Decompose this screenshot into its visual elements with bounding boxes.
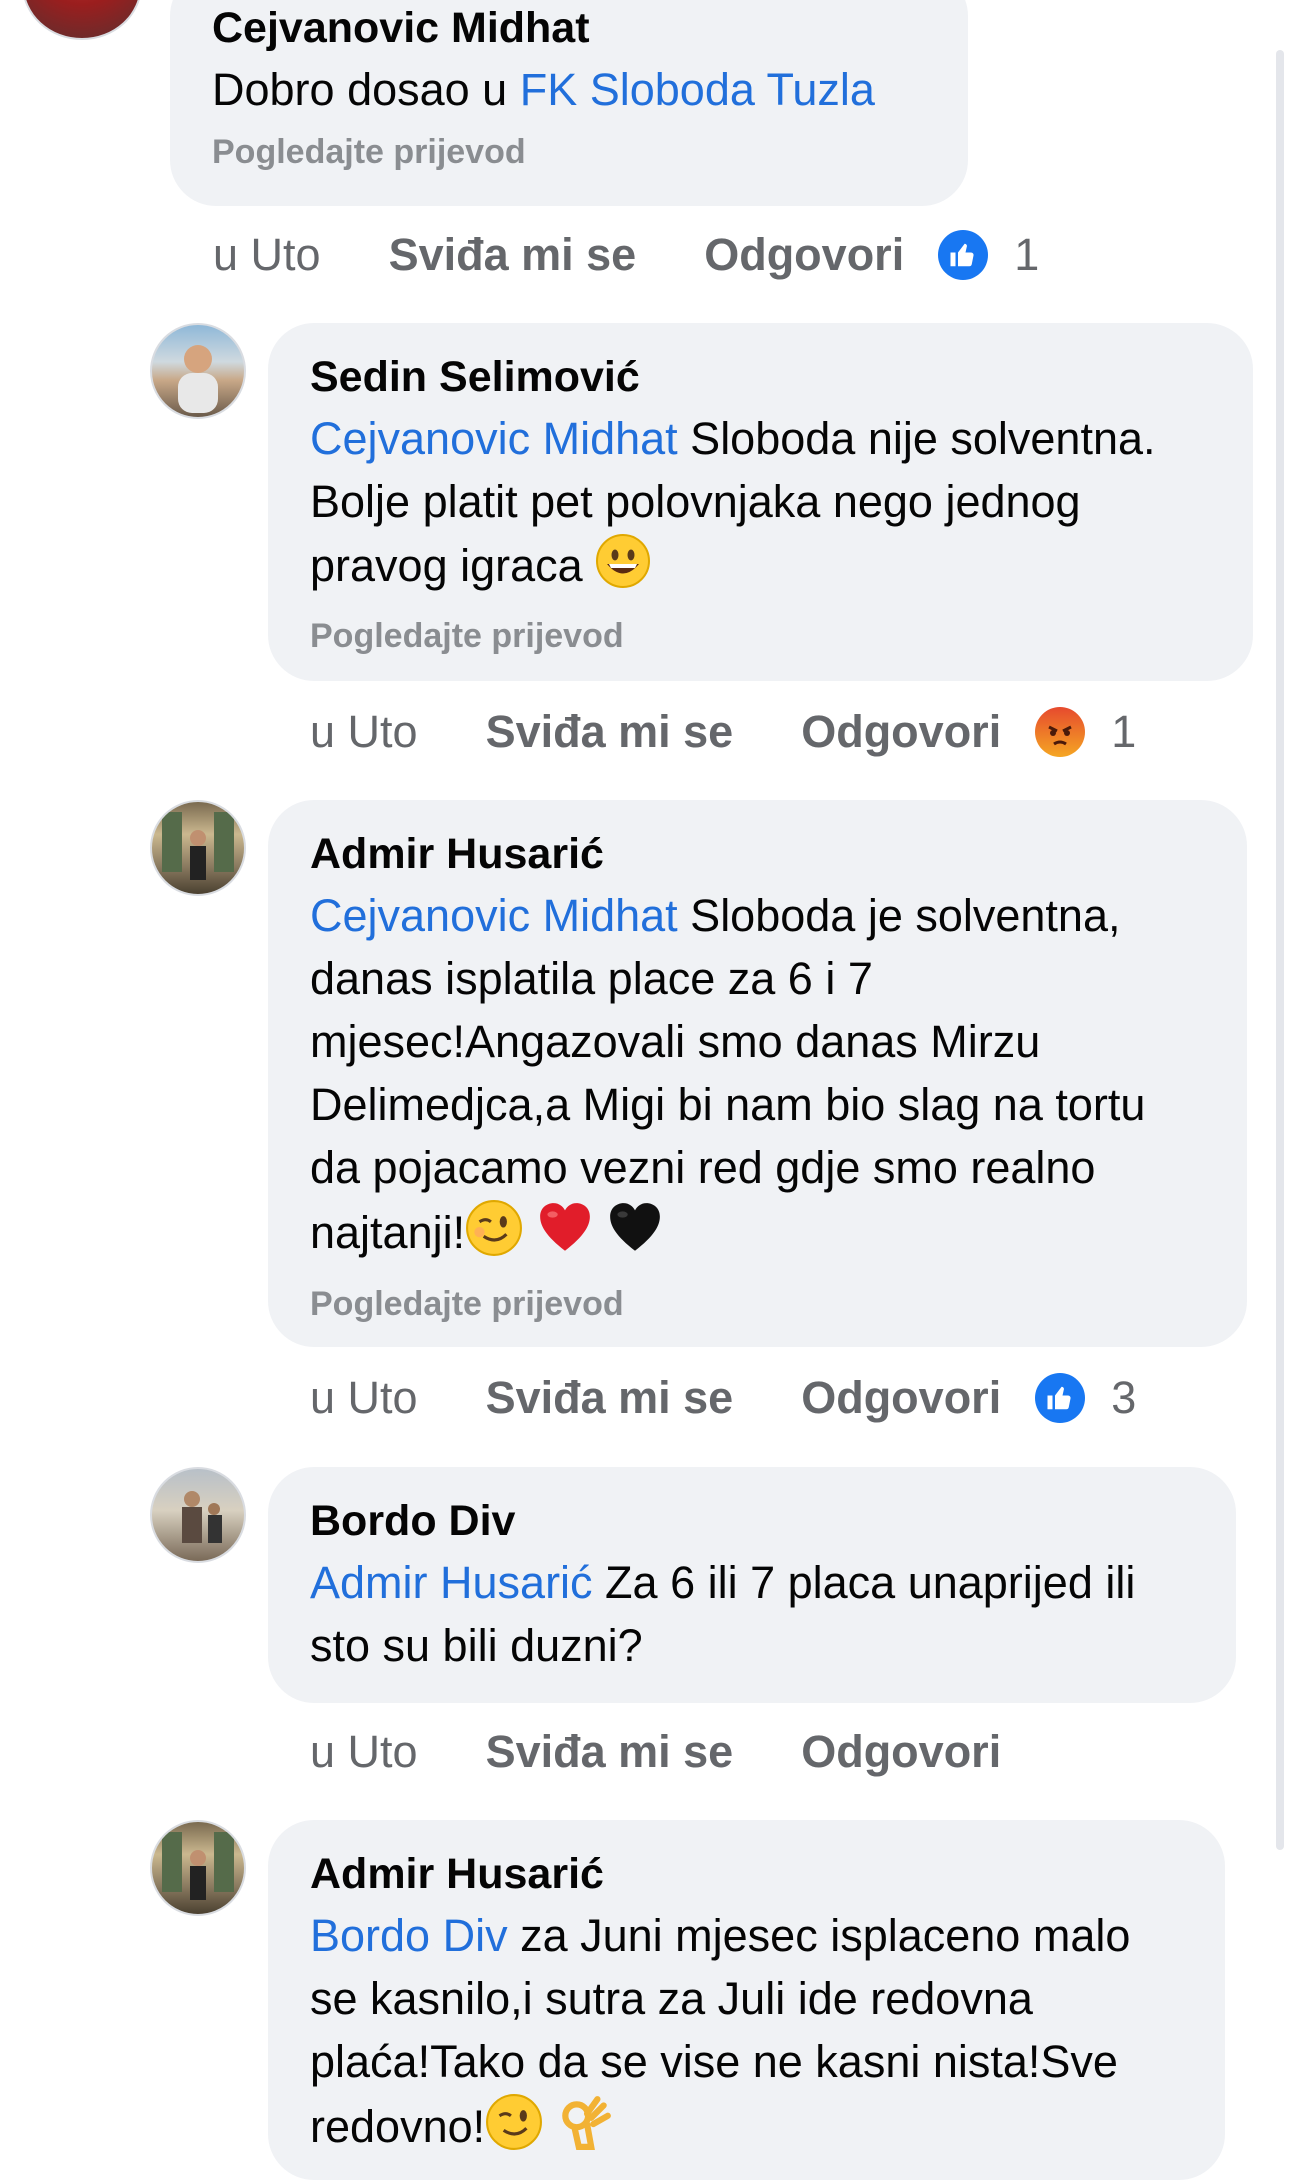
avatar[interactable] [150,1467,246,1563]
comment-author[interactable]: Sedin Selimović [310,349,1211,405]
like-button[interactable]: Sviđa mi se [486,1726,734,1778]
comment-text: Cejvanovic Midhat Sloboda je solventna, … [310,884,1205,1273]
comment-actions: u Uto Sviđa mi se Odgovori [310,1717,1035,1787]
like-icon[interactable] [1035,1373,1086,1423]
comment-bubble: Bordo Div Admir Husarić Za 6 ili 7 placa… [268,1467,1236,1703]
comment-actions: u Uto Sviđa mi se Odgovori 1 [213,220,1039,290]
ok-hand-emoji [556,2093,614,2167]
comment-bubble: Sedin Selimović Cejvanovic Midhat Slobod… [268,323,1253,681]
red-heart-emoji [536,1199,594,1273]
see-translation-link[interactable]: Pogledajte prijevod [310,1281,1205,1327]
reaction-count[interactable]: 1 [1014,229,1039,281]
comment-actions: u Uto Sviđa mi se Odgovori 1 [310,697,1136,767]
comment-author[interactable]: Admir Husarić [310,1846,1183,1902]
angry-icon[interactable] [1035,707,1086,757]
mention-link[interactable]: Admir Husarić [310,1557,593,1608]
avatar[interactable] [22,0,142,40]
comment-bubble: Cejvanovic Midhat Dobro dosao u FK Slobo… [170,0,968,206]
comment-time[interactable]: u Uto [310,706,418,758]
mention-link[interactable]: Cejvanovic Midhat [310,890,678,941]
see-translation-link[interactable]: Pogledajte prijevod [310,613,1211,659]
comment-time[interactable]: u Uto [310,1372,418,1424]
comment-time[interactable]: u Uto [310,1726,418,1778]
comment-actions: u Uto Sviđa mi se Odgovori 3 [310,1363,1136,1433]
reaction-count[interactable]: 3 [1111,1372,1136,1424]
reply-button[interactable]: Odgovori [801,706,1001,758]
like-button[interactable]: Sviđa mi se [486,706,734,758]
avatar[interactable] [150,1820,246,1916]
comment-time[interactable]: u Uto [213,229,321,281]
reply-button[interactable]: Odgovori [801,1372,1001,1424]
comment-bubble: Admir Husarić Cejvanovic Midhat Sloboda … [268,800,1247,1347]
like-button[interactable]: Sviđa mi se [486,1372,734,1424]
grinning-emoji [595,533,651,605]
avatar[interactable] [150,323,246,419]
comment-author[interactable]: Bordo Div [310,1493,1194,1549]
comment-author[interactable]: Cejvanovic Midhat [212,0,926,56]
reaction-count[interactable]: 1 [1111,706,1136,758]
comment-text: Dobro dosao u FK Sloboda Tuzla [212,64,875,115]
comment-text: Admir Husarić Za 6 ili 7 placa unaprijed… [310,1557,1136,1671]
comment-text: Bordo Div za Juni mjesec isplaceno malo … [310,1904,1183,2167]
reply-button[interactable]: Odgovori [801,1726,1001,1778]
mention-link[interactable]: FK Sloboda Tuzla [520,64,875,115]
black-heart-emoji [606,1199,664,1273]
like-button[interactable]: Sviđa mi se [389,229,637,281]
comment-bubble: Admir Husarić Bordo Div za Juni mjesec i… [268,1820,1225,2180]
comment-text: Cejvanovic Midhat Sloboda nije solventna… [310,407,1211,605]
comment-author[interactable]: Admir Husarić [310,826,1205,882]
see-translation-link[interactable]: Pogledajte prijevod [212,129,926,175]
reply-button[interactable]: Odgovori [704,229,904,281]
winking-emoji [465,1199,523,1273]
mention-link[interactable]: Bordo Div [310,1910,508,1961]
winking-emoji [485,2093,543,2167]
avatar[interactable] [150,800,246,896]
scrollbar[interactable] [1276,50,1284,1850]
mention-link[interactable]: Cejvanovic Midhat [310,413,678,464]
like-icon[interactable] [938,230,989,280]
